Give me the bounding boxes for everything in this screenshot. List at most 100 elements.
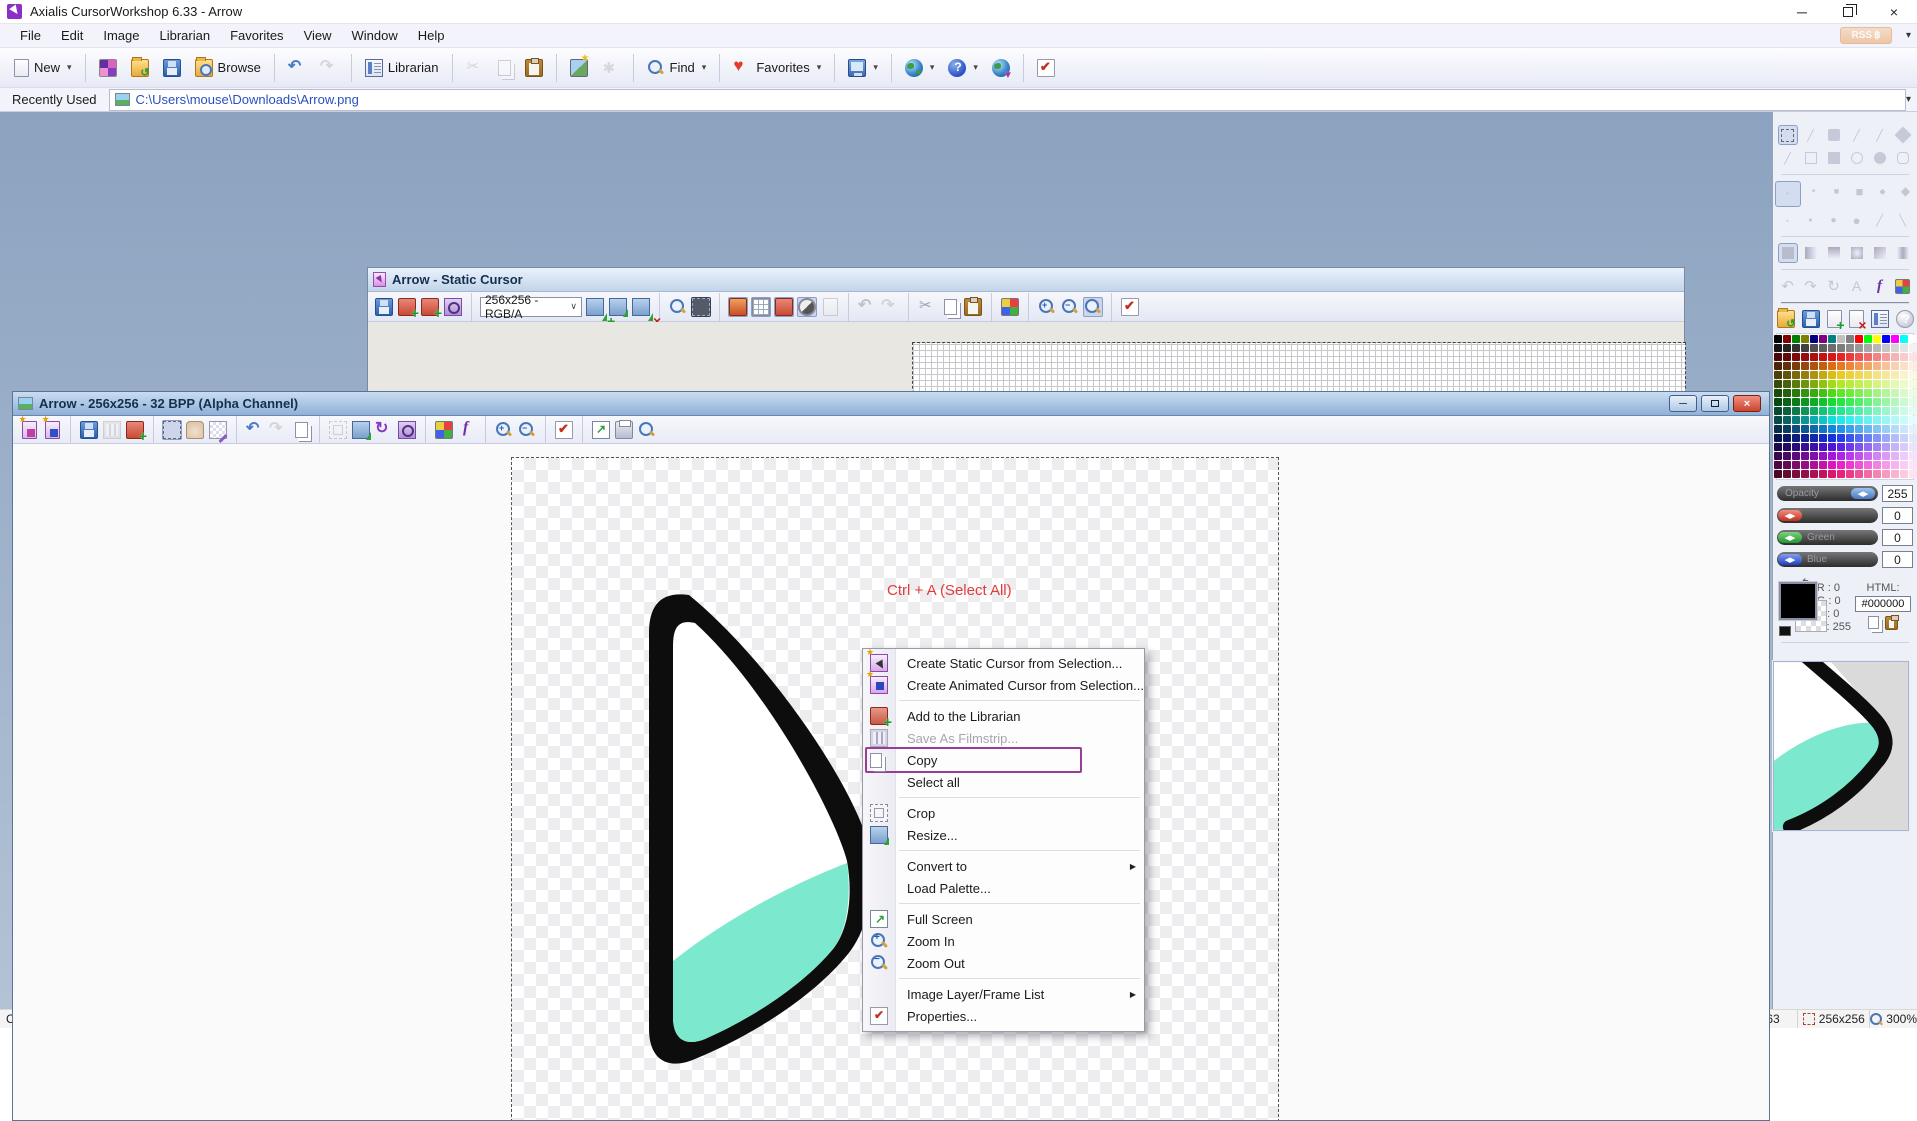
rotate-button[interactable]	[374, 420, 394, 440]
recently-used-field[interactable]: C:\Users\mouse\Downloads\Arrow.png	[109, 89, 1906, 111]
add-format-button[interactable]	[397, 297, 417, 317]
new-button[interactable]: New▾	[8, 53, 78, 83]
palette-color[interactable]	[1819, 353, 1827, 361]
palette-color[interactable]	[1909, 443, 1917, 451]
palette-color[interactable]	[1783, 407, 1791, 415]
palette-color[interactable]	[1846, 353, 1854, 361]
palette-color[interactable]	[1846, 335, 1854, 343]
undo-button[interactable]	[282, 53, 312, 83]
red-value[interactable]: 0	[1882, 507, 1913, 524]
palette-color[interactable]	[1873, 362, 1881, 370]
palette-color[interactable]	[1864, 371, 1872, 379]
browse-button[interactable]: Browse	[189, 53, 267, 83]
palette-color[interactable]	[1882, 371, 1890, 379]
palette-color[interactable]	[1846, 425, 1854, 433]
palette-color[interactable]	[1819, 362, 1827, 370]
zoom-in-button[interactable]: +	[1037, 297, 1057, 317]
palette-color[interactable]	[1801, 425, 1809, 433]
palette-color[interactable]	[1900, 371, 1908, 379]
palette-color[interactable]	[1855, 416, 1863, 424]
palette-color[interactable]	[1900, 353, 1908, 361]
context-menu-item[interactable]: ▶	[863, 899, 1144, 908]
new-image-button[interactable]	[585, 297, 605, 317]
palette-color[interactable]	[1855, 443, 1863, 451]
context-menu-item[interactable]: ▶	[863, 974, 1144, 983]
settings-button[interactable]	[596, 53, 626, 83]
palette-color[interactable]	[1846, 380, 1854, 388]
palette-button[interactable]	[434, 420, 454, 440]
palette-color[interactable]	[1900, 470, 1908, 478]
toggle-preview-button[interactable]	[728, 297, 748, 317]
save-button[interactable]	[79, 420, 99, 440]
copy-button[interactable]	[940, 297, 960, 317]
brush-tool[interactable]: ╱	[1870, 125, 1890, 145]
palette-color[interactable]	[1810, 407, 1818, 415]
screen-capture-button[interactable]: ▾	[842, 53, 884, 83]
palette-color[interactable]	[1828, 398, 1836, 406]
palette-color[interactable]	[1882, 443, 1890, 451]
palette-color[interactable]	[1882, 362, 1890, 370]
palette-color[interactable]	[1828, 416, 1836, 424]
palette-color[interactable]	[1900, 362, 1908, 370]
green-arrows-icon[interactable]: ◀▶	[1778, 532, 1802, 543]
brush-size-3[interactable]: ■	[1850, 181, 1870, 201]
palette-color[interactable]	[1900, 389, 1908, 397]
palette-color[interactable]	[1900, 380, 1908, 388]
rss-button[interactable]: RSS ฿	[1840, 27, 1892, 44]
palette-color[interactable]	[1909, 470, 1917, 478]
palette-color[interactable]	[1873, 425, 1881, 433]
find-button[interactable]: Find▾	[641, 53, 713, 83]
palette-color[interactable]	[1855, 407, 1863, 415]
help-button[interactable]: ▾	[942, 53, 984, 83]
gradient-linear[interactable]	[1801, 243, 1821, 263]
palette-color[interactable]	[1855, 344, 1863, 352]
palette-color[interactable]	[1801, 452, 1809, 460]
librarian-button[interactable]: Librarian	[359, 53, 445, 83]
palette-color[interactable]	[1846, 398, 1854, 406]
open-button[interactable]	[125, 53, 155, 83]
palette-menu-button[interactable]	[1896, 310, 1914, 328]
green-slider[interactable]: ◀▶ Green	[1777, 530, 1878, 545]
palette-color[interactable]	[1828, 335, 1836, 343]
palette-color[interactable]	[1891, 461, 1899, 469]
palette-color[interactable]	[1774, 452, 1782, 460]
palette-color[interactable]	[1900, 443, 1908, 451]
palette-color[interactable]	[1792, 461, 1800, 469]
eraser-tool[interactable]	[1824, 125, 1844, 145]
create-static-cursor-button[interactable]	[19, 420, 39, 440]
extra-toggle-button[interactable]	[820, 297, 840, 317]
palette-color[interactable]	[1846, 407, 1854, 415]
palette-color[interactable]	[1810, 389, 1818, 397]
palette-color[interactable]	[1846, 434, 1854, 442]
palette-color[interactable]	[1909, 461, 1917, 469]
palette-color[interactable]	[1792, 335, 1800, 343]
palette-color[interactable]	[1828, 344, 1836, 352]
palette-color[interactable]	[1810, 335, 1818, 343]
rectangle-tool[interactable]	[1801, 148, 1821, 168]
flip-h-tool[interactable]: ↶	[1778, 276, 1798, 296]
palette-color[interactable]	[1801, 416, 1809, 424]
blue-arrows-icon[interactable]: ◀▶	[1778, 554, 1802, 565]
palette-color[interactable]	[1774, 353, 1782, 361]
palette-color[interactable]	[1837, 452, 1845, 460]
palette-color[interactable]	[1828, 461, 1836, 469]
palette-color[interactable]	[1837, 389, 1845, 397]
palette-color[interactable]	[1783, 362, 1791, 370]
palette-color[interactable]	[1846, 443, 1854, 451]
menu-item[interactable]: Image	[93, 25, 149, 46]
test-cursor-button[interactable]	[1031, 53, 1061, 83]
palette-color[interactable]	[1891, 443, 1899, 451]
palette-color[interactable]	[1909, 371, 1917, 379]
palette-color[interactable]	[1774, 425, 1782, 433]
blue-slider[interactable]: ◀▶ Blue	[1777, 552, 1878, 567]
palette-color[interactable]	[1882, 425, 1890, 433]
palette-color[interactable]	[1900, 416, 1908, 424]
palette-color[interactable]	[1873, 353, 1881, 361]
palette-color[interactable]	[1810, 380, 1818, 388]
palette-color[interactable]	[1810, 434, 1818, 442]
menu-item[interactable]: Edit	[51, 25, 93, 46]
palette-color[interactable]	[1792, 452, 1800, 460]
palette-color[interactable]	[1900, 344, 1908, 352]
palette-color[interactable]	[1891, 452, 1899, 460]
doc-restore-button[interactable]	[1701, 395, 1729, 412]
